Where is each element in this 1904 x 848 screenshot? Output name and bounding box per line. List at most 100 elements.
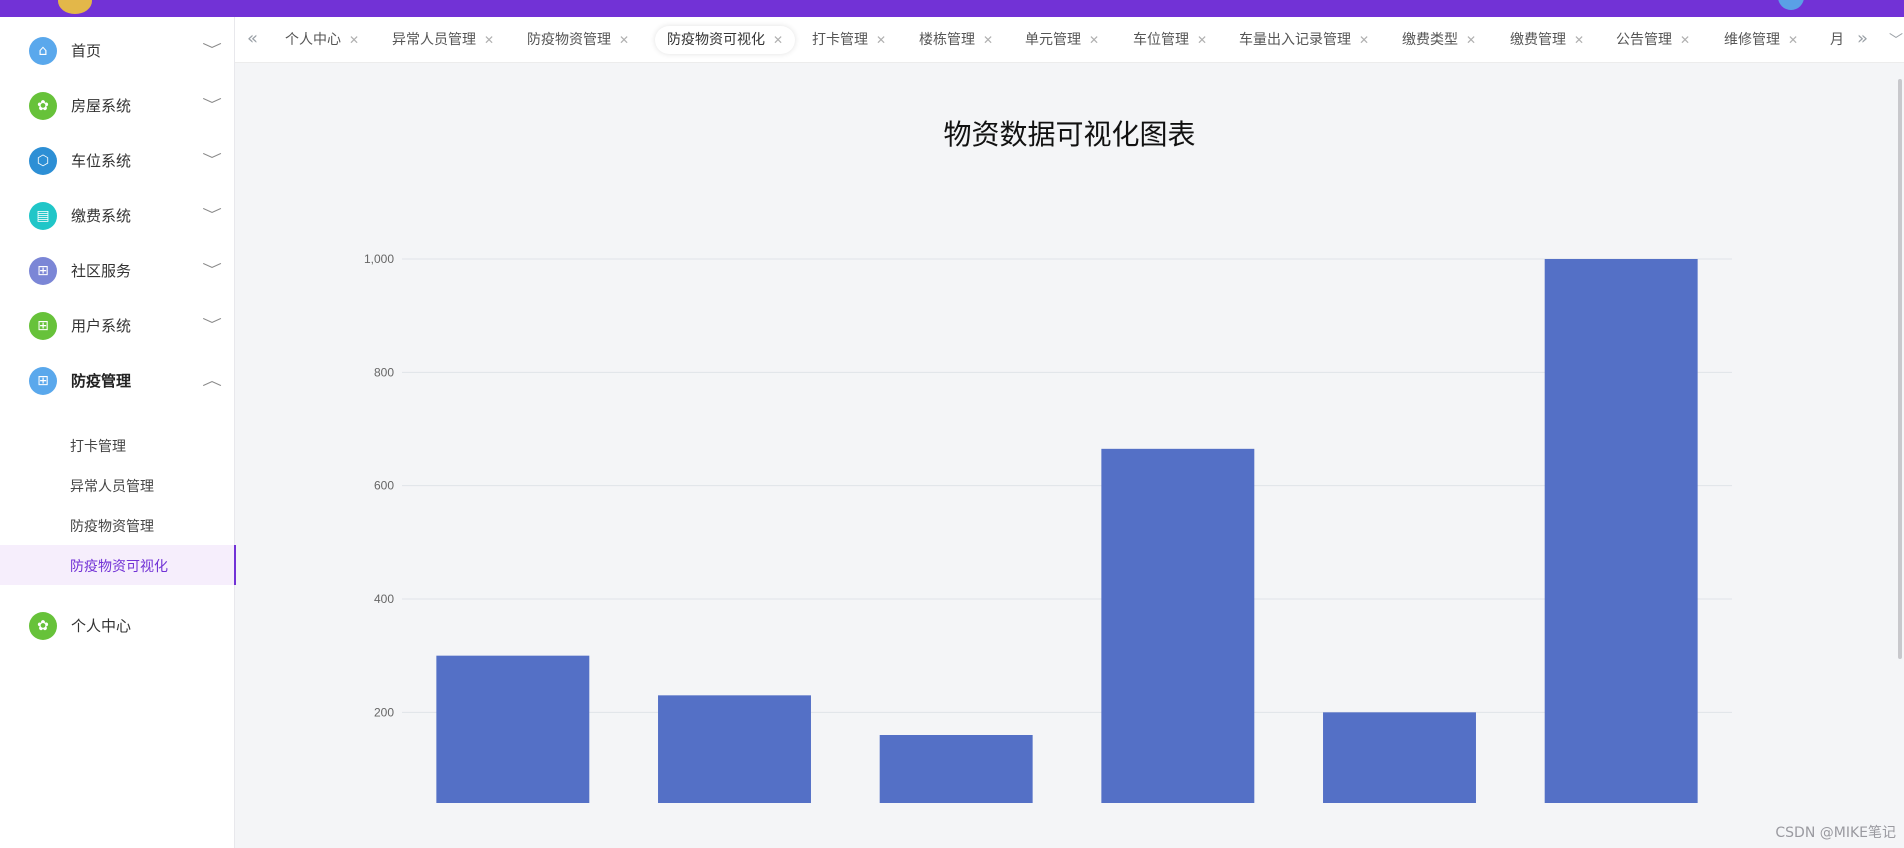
tab-10[interactable]: 缴费类型 ✕ [1402,26,1476,54]
tab-6[interactable]: 楼栋管理 ✕ [919,26,993,54]
tab-label: 车位管理 [1133,32,1189,48]
sidebar-item-label: 防疫管理 [71,372,132,390]
tab-7[interactable]: 单元管理 ✕ [1025,26,1099,54]
close-icon[interactable]: ✕ [1680,33,1690,47]
sidebar-item-7[interactable]: ⊞ 防疫管理 ︿ [0,353,234,408]
close-icon[interactable]: ✕ [983,33,993,47]
sidebar-item-label: 社区服务 [71,262,132,280]
sidebar-item-5[interactable]: ⊞ 社区服务 ﹀ [0,243,234,298]
sidebar-subitem-1[interactable]: 打卡管理 [0,425,234,465]
bar-4[interactable] [1101,448,1255,803]
y-tick-label: 600 [374,479,394,493]
home-icon: ⌂ [29,37,57,65]
apps-icon: ⊞ [29,257,57,285]
tabs-dropdown-icon[interactable]: ﹀ [1889,30,1903,50]
y-tick-label: 1,000 [364,252,394,266]
bar-2[interactable] [658,695,811,803]
logo [58,0,92,14]
close-icon[interactable]: ✕ [619,33,629,47]
chevron-down-icon: ﹀ [202,318,222,334]
scrollbar[interactable] [1898,79,1902,659]
tab-label: 打卡管理 [812,32,868,48]
tab-5[interactable]: 打卡管理 ✕ [812,26,886,54]
apps-icon: ⊞ [29,312,57,340]
sidebar-item-1[interactable]: ⌂ 首页 ﹀ [0,23,234,78]
bar-5[interactable] [1323,712,1476,803]
tab-8[interactable]: 车位管理 ✕ [1133,26,1207,54]
sidebar-subitem-2[interactable]: 异常人员管理 [0,465,234,505]
chevron-down-icon: ﹀ [202,98,222,114]
close-icon[interactable]: ✕ [484,33,494,47]
tab-1[interactable]: 个人中心 ✕ [285,26,359,54]
chevron-down-icon: ﹀ [202,153,222,169]
sidebar-item-label: 用户系统 [71,317,132,335]
sidebar-item-label: 个人中心 [71,617,132,635]
sidebar-item-label: 房屋系统 [71,97,132,115]
tab-12[interactable]: 公告管理 ✕ [1616,26,1690,54]
gear-icon: ✿ [29,92,57,120]
sidebar-subitem-label: 防疫物资管理 [70,519,154,535]
sidebar-item-personal-center[interactable]: ✿ 个人中心 [0,598,234,653]
tab-label: 公告管理 [1616,32,1672,48]
bar-chart: 200 400 600 800 1,000 [364,252,1732,803]
close-icon[interactable]: ✕ [1359,33,1369,47]
avatar[interactable] [1778,0,1804,10]
tab-label: 缴费管理 [1510,32,1566,48]
bar-3[interactable] [879,735,1033,803]
tab-label: 异常人员管理 [392,32,476,48]
tab-label: 月 [1830,32,1844,48]
y-tick-label: 400 [374,592,394,606]
tab-label: 防疫物资管理 [527,32,611,48]
chevron-down-icon: ﹀ [202,43,222,59]
tab-label: 个人中心 [285,32,341,48]
tab-14[interactable]: 月 [1830,26,1844,54]
sidebar-item-6[interactable]: ⊞ 用户系统 ﹀ [0,298,234,353]
sidebar-item-3[interactable]: ⬡ 车位系统 ﹀ [0,133,234,188]
tab-label: 车量出入记录管理 [1239,32,1351,48]
tab-2[interactable]: 异常人员管理 ✕ [392,26,494,54]
book-icon: ▤ [29,202,57,230]
sidebar-item-4[interactable]: ▤ 缴费系统 ﹀ [0,188,234,243]
tab-3[interactable]: 防疫物资管理 ✕ [527,26,629,54]
y-tick-label: 800 [374,365,394,379]
top-header-bar [0,0,1904,17]
sidebar-item-label: 缴费系统 [71,207,132,225]
sidebar-item-label: 车位系统 [71,152,132,170]
main-content: 物资数据可视化图表 200 400 600 800 1,000 [235,63,1904,848]
tab-13[interactable]: 维修管理 ✕ [1724,26,1798,54]
close-icon[interactable]: ✕ [1788,33,1798,47]
tab-bar: « » ﹀ 个人中心 ✕ 异常人员管理 ✕ 防疫物资管理 ✕ 防疫物资可视化 ✕ 打卡管理 ✕ 楼栋… [235,17,1904,63]
tab-label: 防疫物资可视化 [667,32,765,48]
sidebar-subitem-label: 打卡管理 [70,439,126,455]
tabs-scroll-right-icon[interactable]: » [1857,28,1868,49]
chevron-down-icon: ﹀ [202,208,222,224]
cube-icon: ⬡ [29,147,57,175]
close-icon[interactable]: ✕ [876,33,886,47]
tab-label: 维修管理 [1724,32,1780,48]
sidebar-subitem-label: 防疫物资可视化 [70,559,168,575]
watermark-text: CSDN @MIKE笔记 [1775,825,1896,841]
tab-label: 缴费类型 [1402,32,1458,48]
close-icon[interactable]: ✕ [1574,33,1584,47]
close-icon[interactable]: ✕ [349,33,359,47]
sidebar: ⌂ 首页 ﹀ ✿ 房屋系统 ﹀ ⬡ 车位系统 ﹀ ▤ 缴费系统 ﹀ ⊞ 社区服务 ﹀ ⊞ 用户系统 ﹀ ⊞ 防疫管理 ︿… [0,17,236,848]
tabs-scroll-left-icon[interactable]: « [247,28,258,49]
sidebar-subitem-3[interactable]: 防疫物资管理 [0,505,234,545]
sidebar-subitem-4[interactable]: 防疫物资可视化 [0,545,236,585]
close-icon[interactable]: ✕ [1089,33,1099,47]
close-icon[interactable]: ✕ [1466,33,1476,47]
tab-label: 楼栋管理 [919,32,975,48]
tab-label: 单元管理 [1025,32,1081,48]
apps-icon: ⊞ [29,367,57,395]
tab-11[interactable]: 缴费管理 ✕ [1510,26,1584,54]
sidebar-subitem-label: 异常人员管理 [70,479,154,495]
tab-4[interactable]: 防疫物资可视化 ✕ [655,26,796,54]
sidebar-item-2[interactable]: ✿ 房屋系统 ﹀ [0,78,234,133]
close-icon[interactable]: ✕ [1197,33,1207,47]
bar-1[interactable] [436,655,590,803]
sidebar-item-label: 首页 [71,42,102,60]
close-icon[interactable]: ✕ [773,33,783,47]
bar-6[interactable] [1544,259,1698,803]
tab-9[interactable]: 车量出入记录管理 ✕ [1239,26,1369,54]
gear-icon: ✿ [29,612,57,640]
